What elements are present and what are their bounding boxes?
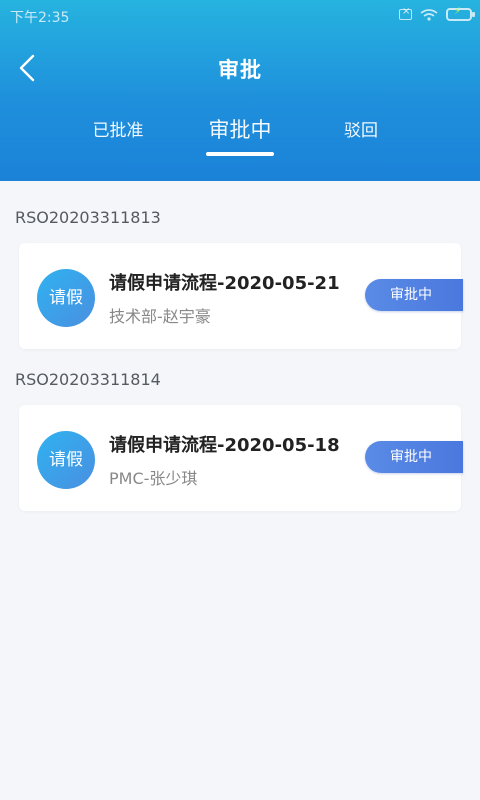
tab-bar: 已批准 审批中 驳回 bbox=[0, 110, 480, 160]
order-number: RSO20203311813 bbox=[15, 208, 161, 227]
tab-rejected[interactable]: 驳回 bbox=[336, 116, 386, 141]
battery-charging-icon bbox=[446, 6, 475, 21]
page-title: 审批 bbox=[218, 58, 262, 82]
header: 下午2:35 审批 已批准 审批中 驳回 bbox=[0, 0, 480, 181]
leave-avatar: 请假 bbox=[37, 431, 95, 489]
card-subtitle: PMC-张少琪 bbox=[109, 469, 198, 488]
status-button[interactable]: 审批中 bbox=[365, 441, 463, 473]
status-time: 下午2:35 bbox=[10, 10, 70, 26]
approval-card[interactable]: 请假 请假申请流程-2020-05-21 技术部-赵宇豪 审批中 bbox=[19, 243, 463, 349]
order-number: RSO20203311814 bbox=[15, 370, 161, 389]
leave-avatar: 请假 bbox=[37, 269, 95, 327]
card-subtitle: 技术部-赵宇豪 bbox=[109, 307, 211, 326]
approval-card[interactable]: 请假 请假申请流程-2020-05-18 PMC-张少琪 审批中 bbox=[19, 405, 463, 511]
no-sim-icon bbox=[399, 6, 412, 20]
wifi-icon bbox=[420, 8, 438, 21]
card-title: 请假申请流程-2020-05-21 bbox=[109, 273, 340, 294]
card-title: 请假申请流程-2020-05-18 bbox=[109, 435, 340, 456]
tab-approved[interactable]: 已批准 bbox=[88, 116, 148, 141]
active-tab-indicator bbox=[206, 152, 274, 156]
status-bar: 下午2:35 bbox=[0, 0, 480, 32]
tab-pending[interactable]: 审批中 bbox=[198, 114, 282, 144]
status-button[interactable]: 审批中 bbox=[365, 279, 463, 311]
status-icons bbox=[399, 6, 475, 21]
